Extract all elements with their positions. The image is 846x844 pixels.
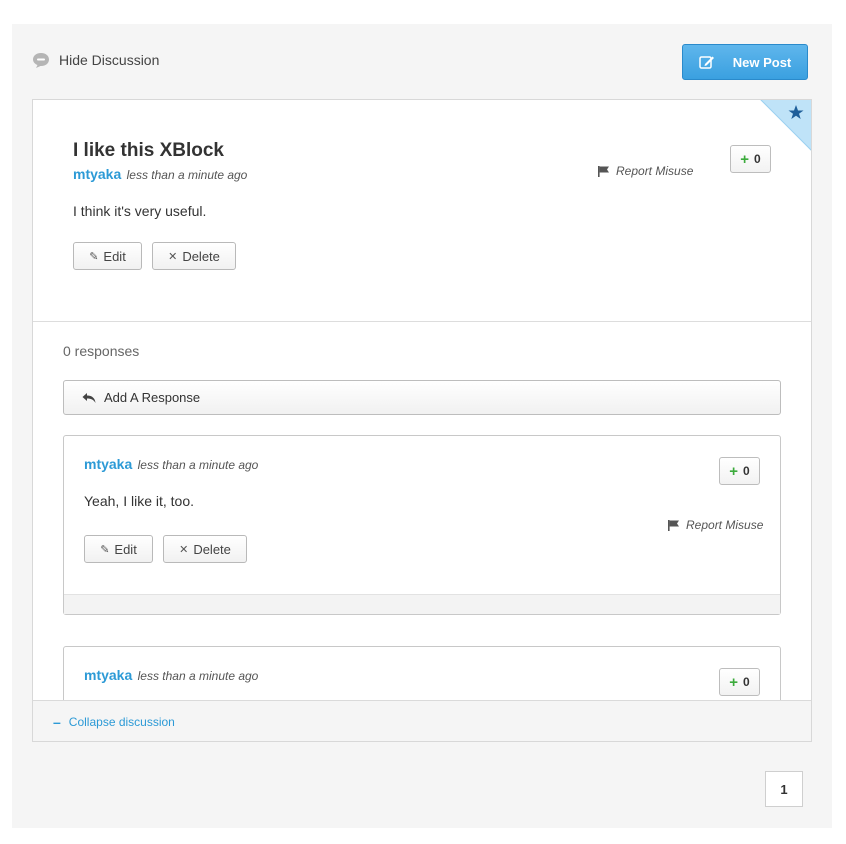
hide-discussion-toggle[interactable]: Hide Discussion	[32, 51, 159, 69]
post-author[interactable]: mtyaka	[73, 166, 121, 182]
report-misuse-label: Report Misuse	[686, 518, 764, 532]
pencil-icon: ✎	[89, 250, 99, 263]
response-meta: mtyaka less than a minute ago	[84, 456, 258, 472]
close-icon: ✕	[168, 250, 178, 263]
pagination-page-button[interactable]: 1	[765, 771, 803, 807]
add-response-label: Add A Response	[104, 390, 201, 405]
edit-icon	[698, 56, 714, 69]
response-meta: mtyaka less than a minute ago	[84, 667, 258, 683]
collapse-discussion-link[interactable]: – Collapse discussion	[33, 700, 811, 741]
new-post-label: New Post	[732, 54, 792, 70]
vote-count: 0	[743, 464, 750, 478]
edit-label: Edit	[114, 541, 137, 557]
response-author[interactable]: mtyaka	[84, 667, 132, 683]
vote-button[interactable]: + 0	[719, 457, 760, 485]
delete-label: Delete	[193, 541, 231, 557]
edit-button[interactable]: ✎ Edit	[84, 535, 153, 563]
new-post-button[interactable]: New Post	[682, 44, 808, 80]
plus-icon: +	[729, 462, 739, 480]
minus-icon: –	[53, 714, 61, 730]
delete-button[interactable]: ✕ Delete	[152, 242, 236, 270]
collapse-label: Collapse discussion	[68, 715, 175, 729]
response-card: mtyaka less than a minute ago + 0 Yeah, …	[63, 435, 781, 615]
post-meta: mtyaka less than a minute ago	[73, 166, 247, 182]
flag-icon	[598, 165, 609, 177]
vote-count: 0	[754, 152, 761, 166]
post-title: I like this XBlock	[73, 140, 224, 161]
divider	[33, 321, 811, 322]
pencil-icon: ✎	[100, 543, 110, 556]
response-time: less than a minute ago	[137, 458, 259, 472]
flag-icon	[668, 519, 679, 531]
post-time: less than a minute ago	[126, 168, 248, 182]
plus-icon: +	[740, 150, 750, 168]
report-misuse-link[interactable]: Report Misuse	[668, 518, 763, 532]
plus-icon: +	[729, 673, 739, 691]
report-misuse-link[interactable]: Report Misuse	[598, 164, 693, 178]
response-author[interactable]: mtyaka	[84, 456, 132, 472]
response-time: less than a minute ago	[137, 669, 259, 683]
delete-label: Delete	[182, 248, 220, 264]
response-footer	[64, 594, 780, 614]
vote-button[interactable]: + 0	[730, 145, 771, 173]
speech-bubble-icon	[33, 53, 49, 68]
vote-count: 0	[743, 675, 750, 689]
responses-count: 0 responses	[63, 343, 140, 359]
edit-label: Edit	[103, 248, 126, 264]
reply-icon	[82, 392, 96, 403]
discussion-panel: Hide Discussion New Post I like this XBl…	[12, 24, 832, 828]
star-icon[interactable]	[760, 99, 812, 151]
thread-card: I like this XBlock mtyaka less than a mi…	[32, 99, 812, 742]
vote-button[interactable]: + 0	[719, 668, 760, 696]
delete-button[interactable]: ✕ Delete	[163, 535, 247, 563]
edit-button[interactable]: ✎ Edit	[73, 242, 142, 270]
response-body: Yeah, I like it, too.	[84, 493, 194, 509]
add-response-button[interactable]: Add A Response	[63, 380, 781, 415]
hide-discussion-label: Hide Discussion	[59, 52, 160, 68]
report-misuse-label: Report Misuse	[616, 164, 694, 178]
close-icon: ✕	[179, 543, 189, 556]
post-body: I think it's very useful.	[73, 203, 207, 219]
